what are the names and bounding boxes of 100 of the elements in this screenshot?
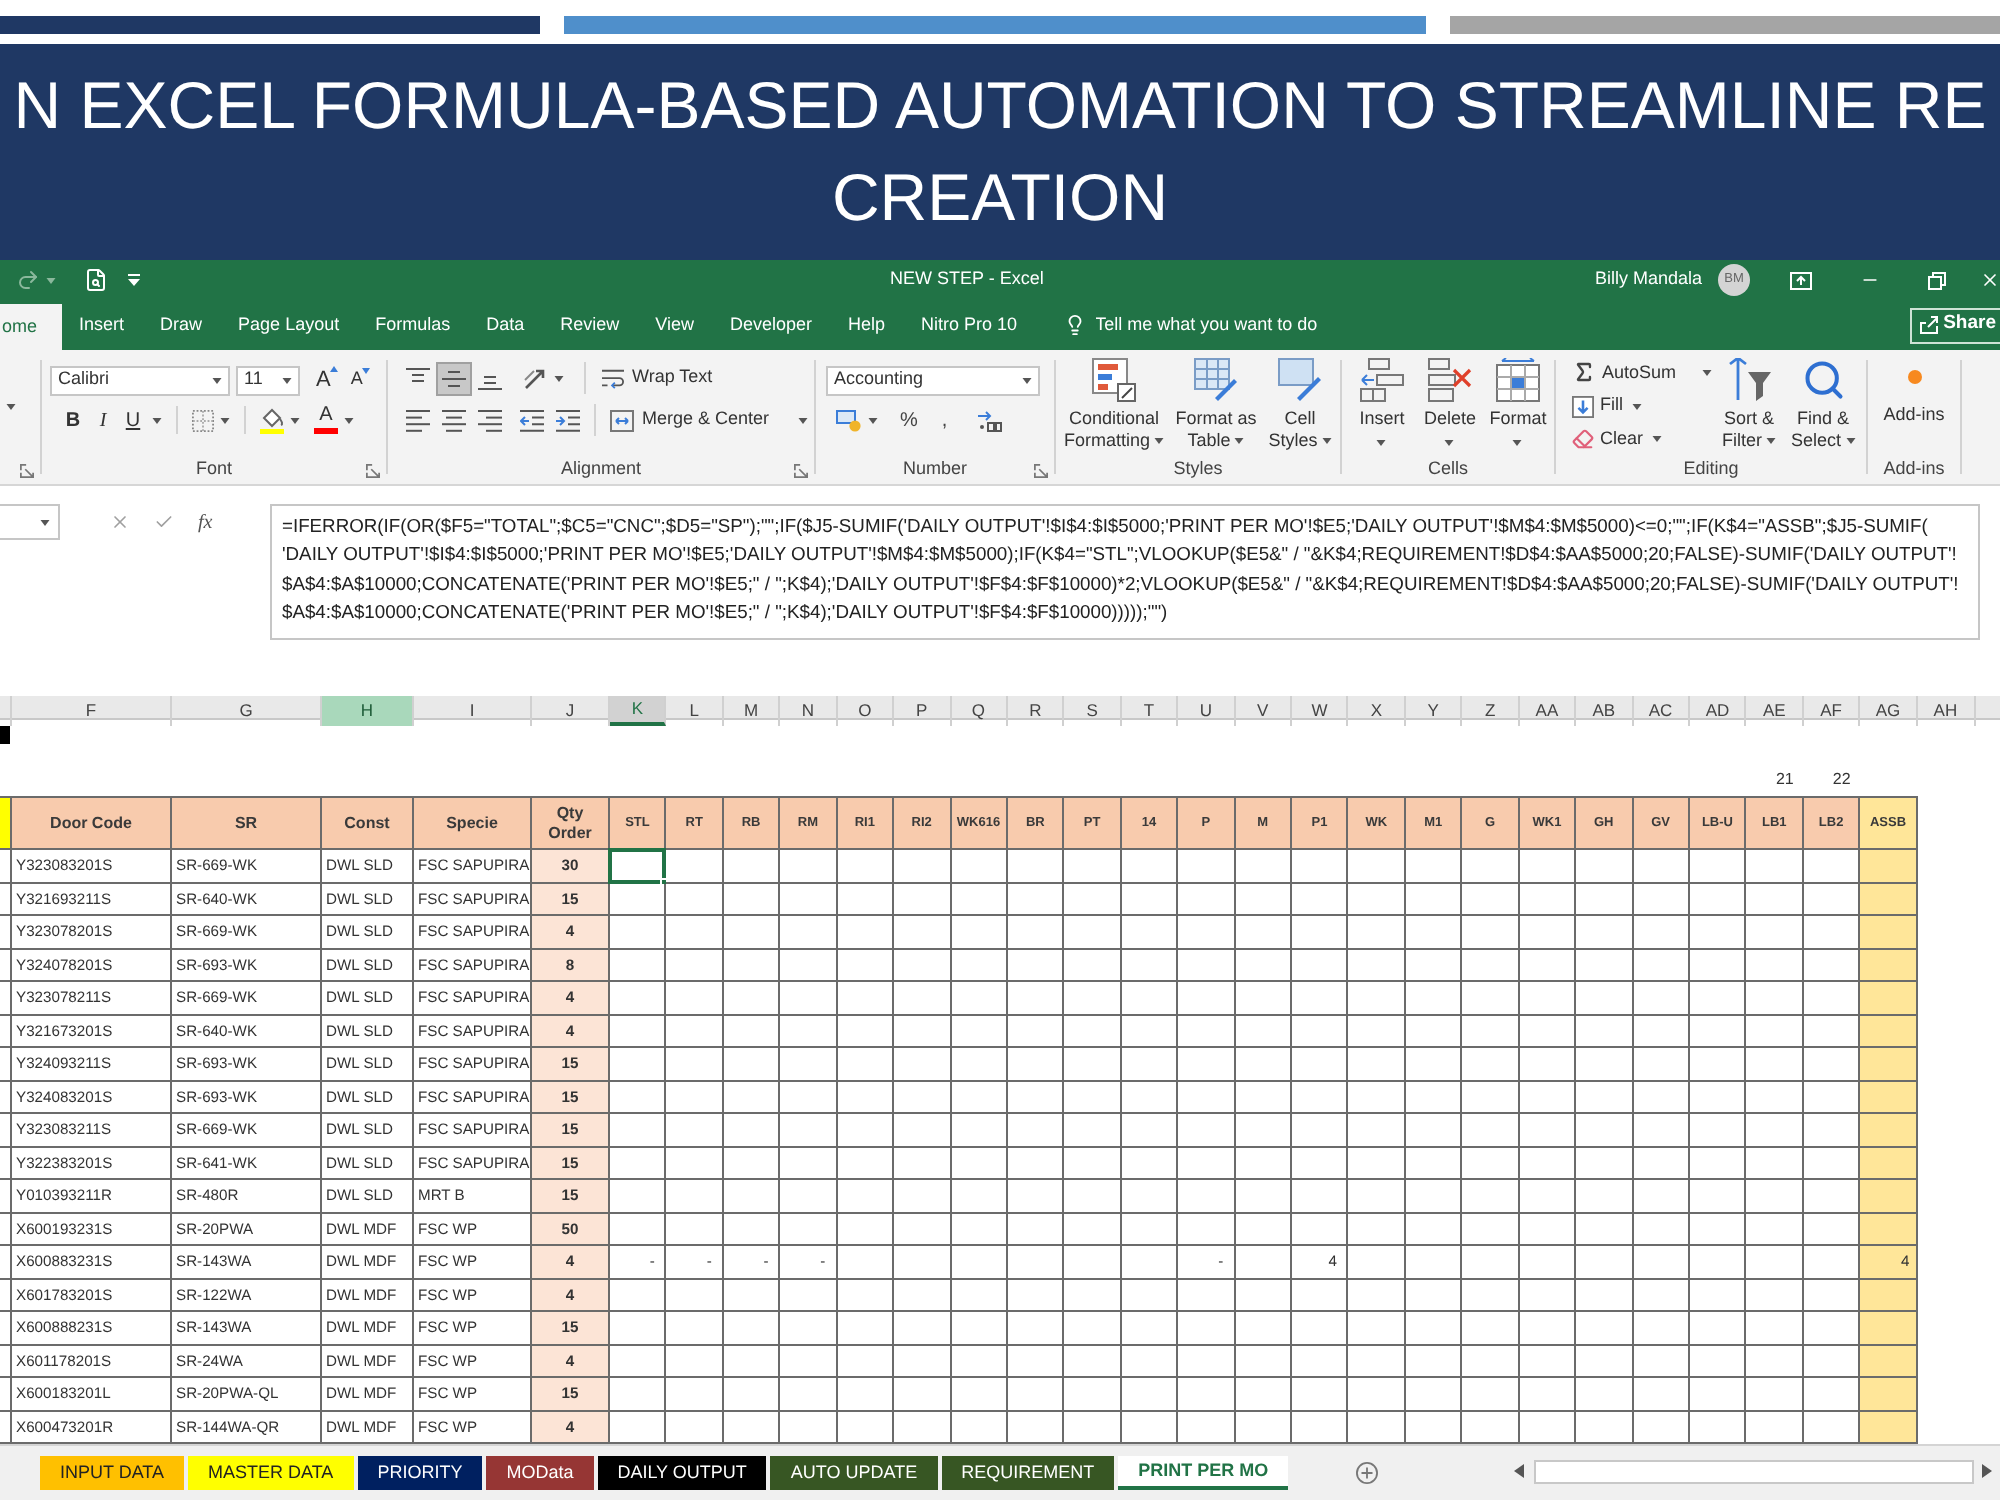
column-letter[interactable]: R: [1007, 696, 1065, 726]
scroll-left-icon[interactable]: [1514, 1464, 1524, 1478]
add-ins-button[interactable]: Add-ins: [1868, 350, 1960, 429]
currency-icon[interactable]: [836, 409, 862, 431]
print-preview-icon[interactable]: [84, 268, 108, 292]
column-letter[interactable]: Q: [951, 696, 1008, 726]
format-as-table-button[interactable]: Format as Table: [1170, 350, 1262, 456]
caret-icon: [797, 417, 808, 423]
column-letter[interactable]: P: [894, 696, 952, 726]
cancel-cross-icon[interactable]: [110, 512, 130, 532]
dialog-launcher-icon[interactable]: [20, 463, 34, 477]
column-letter[interactable]: K: [610, 696, 667, 726]
percent-style-button[interactable]: %: [898, 405, 920, 435]
ribbon-tab[interactable]: Draw: [142, 300, 221, 350]
column-letter[interactable]: AG: [1860, 696, 1918, 726]
merge-center-button[interactable]: Merge & Center: [610, 406, 808, 434]
ribbon-tab[interactable]: Help: [830, 300, 904, 350]
sheet-tab[interactable]: INPUT DATA: [40, 1456, 185, 1490]
column-letter[interactable]: O: [837, 696, 895, 726]
font-name-dropdown[interactable]: Calibri: [50, 365, 230, 395]
format-button[interactable]: Format: [1484, 350, 1552, 456]
dialog-launcher-icon[interactable]: [794, 463, 808, 477]
dialog-launcher-icon[interactable]: [1034, 463, 1048, 477]
ribbon-tab[interactable]: ome: [0, 304, 62, 350]
formula-field[interactable]: [270, 504, 1980, 640]
search-field[interactable]: Tell me what you want to do: [1095, 300, 1396, 350]
insert-function-button[interactable]: fx: [198, 507, 213, 537]
close-icon[interactable]: [1980, 270, 2000, 290]
restore-icon[interactable]: [1928, 271, 1946, 289]
column-letter[interactable]: S: [1064, 696, 1122, 726]
column-letter[interactable]: F: [12, 696, 172, 726]
increase-indent-icon[interactable]: [556, 409, 580, 431]
wrap-text-button[interactable]: Wrap Text: [602, 364, 713, 392]
text-orientation-icon[interactable]: [524, 366, 548, 390]
ribbon-tab[interactable]: Formulas: [357, 300, 469, 350]
ribbon-tab[interactable]: Page Layout: [220, 300, 358, 350]
delete-button[interactable]: Delete: [1416, 350, 1484, 456]
sheet-tab[interactable]: MASTER DATA: [188, 1456, 354, 1490]
decrease-indent-icon[interactable]: [520, 409, 544, 431]
sheet-tab[interactable]: PRIORITY: [357, 1456, 483, 1490]
clear-button[interactable]: Clear: [1572, 422, 1712, 457]
column-letter[interactable]: AH: [1917, 696, 1976, 726]
column-letter[interactable]: AA: [1519, 696, 1577, 726]
sheet-tab[interactable]: REQUIREMENT: [941, 1456, 1115, 1490]
fill-button[interactable]: Fill: [1572, 389, 1712, 423]
text-style-button[interactable]: B: [58, 406, 88, 434]
column-letter[interactable]: X: [1348, 696, 1406, 726]
autosum-button[interactable]: AutoSum: [1572, 356, 1712, 390]
column-letter[interactable]: Y: [1405, 696, 1463, 726]
column-letter[interactable]: M: [723, 696, 781, 726]
column-letter[interactable]: AD: [1690, 696, 1747, 726]
share-button[interactable]: Share: [1909, 307, 2000, 343]
text-style-button[interactable]: U: [118, 406, 148, 434]
fill-color-icon[interactable]: [260, 407, 284, 433]
column-letter[interactable]: Z: [1462, 696, 1520, 726]
sort-filter-button[interactable]: Sort & Filter: [1712, 350, 1786, 456]
sheet-tab[interactable]: AUTO UPDATE: [770, 1456, 938, 1490]
redo-icon[interactable]: [16, 268, 40, 292]
column-letter[interactable]: U: [1178, 696, 1236, 726]
find-select-button[interactable]: Find & Select: [1786, 350, 1860, 456]
column-letter[interactable]: T: [1121, 696, 1179, 726]
column-letter[interactable]: L: [666, 696, 724, 726]
column-letter[interactable]: N: [780, 696, 838, 726]
ribbon-tab[interactable]: Developer: [712, 300, 831, 350]
insert-button[interactable]: Insert: [1348, 350, 1416, 456]
horizontal-scrollbar[interactable]: [1534, 1460, 1974, 1484]
sheet-tab[interactable]: DAILY OUTPUT: [597, 1456, 767, 1490]
ribbon-tab[interactable]: Review: [542, 300, 638, 350]
column-letter[interactable]: AB: [1576, 696, 1634, 726]
decrease-font-size-button[interactable]: A: [350, 366, 371, 394]
sheet-tab[interactable]: PRINT PER MO: [1118, 1456, 1289, 1490]
borders-icon[interactable]: [192, 409, 214, 431]
ribbon-tab[interactable]: Data: [468, 300, 543, 350]
column-letter[interactable]: W: [1292, 696, 1349, 726]
conditional-formatting-button[interactable]: Conditional Formatting: [1058, 350, 1170, 456]
cell-styles-button[interactable]: Cell Styles: [1262, 350, 1338, 456]
scroll-right-icon[interactable]: [1982, 1464, 1992, 1478]
column-letter[interactable]: AE: [1746, 696, 1804, 726]
font-color-button[interactable]: A: [314, 406, 338, 434]
sheet-tab[interactable]: MOData: [486, 1456, 594, 1490]
ribbon-tab[interactable]: View: [637, 300, 712, 350]
number-format-dropdown[interactable]: Accounting: [826, 365, 1040, 395]
increase-font-size-button[interactable]: A: [316, 363, 339, 397]
column-letter[interactable]: I: [414, 696, 532, 726]
customize-toolbar-icon[interactable]: [128, 274, 140, 286]
dialog-launcher-icon[interactable]: [366, 463, 380, 477]
ribbon-tab[interactable]: Insert: [61, 300, 143, 350]
column-letter[interactable]: AF: [1803, 696, 1861, 726]
add-sheet-icon[interactable]: [1356, 1462, 1379, 1484]
text-style-button[interactable]: I: [88, 406, 118, 434]
enter-check-icon[interactable]: [154, 512, 174, 532]
column-letter[interactable]: AC: [1633, 696, 1691, 726]
font-size-dropdown[interactable]: 11: [236, 365, 300, 395]
decimal-icon[interactable]: [977, 409, 1002, 431]
ribbon-tab[interactable]: Nitro Pro 10: [903, 300, 1036, 350]
ribbon-display-icon[interactable]: [1790, 271, 1812, 289]
comma-style-button[interactable]: ,: [939, 405, 950, 435]
vertical-align-button[interactable]: [436, 361, 472, 395]
column-letter[interactable]: H: [322, 696, 414, 726]
column-letter[interactable]: V: [1235, 696, 1293, 726]
